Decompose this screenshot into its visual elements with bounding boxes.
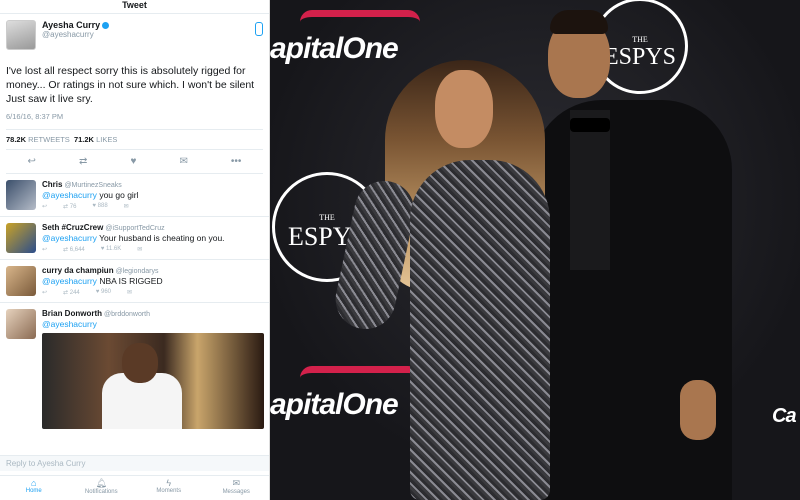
reply-item[interactable]: Chris @MurtinezSneaks @ayeshacurry you go… <box>0 174 269 217</box>
tab-notifications[interactable]: 🔔︎ Notifications <box>71 476 131 500</box>
tab-home[interactable]: ⌂ Home <box>4 476 64 500</box>
mention-link[interactable]: @ayeshacurry <box>42 276 97 286</box>
avatar[interactable] <box>6 20 36 50</box>
like-count: 11.6K <box>105 246 122 252</box>
tweet-stats: 78.2K RETWEETS 71.2K LIKES <box>6 130 263 150</box>
reply-author-name[interactable]: Chris <box>42 180 62 189</box>
message-icon[interactable]: ✉ <box>124 203 129 210</box>
avatar[interactable] <box>6 223 36 253</box>
follow-button[interactable] <box>255 22 263 36</box>
reply-author-name[interactable]: Seth #CruzCrew <box>42 223 103 232</box>
bell-icon: 🔔︎ <box>95 478 107 488</box>
person-figure <box>410 160 550 500</box>
retweet-count: 6,644 <box>69 247 85 253</box>
mention-link[interactable]: @ayeshacurry <box>42 233 97 243</box>
reply-item[interactable]: Seth #CruzCrew @iSupportTedCruz @ayeshacu… <box>0 217 269 260</box>
like-icon[interactable]: ♥ <box>101 246 105 252</box>
tab-messages[interactable]: ✉ Messages <box>206 476 266 500</box>
retweets-label: RETWEETS <box>28 135 70 144</box>
message-icon[interactable]: ✉ <box>179 156 187 167</box>
reply-icon[interactable]: ↩ <box>28 156 36 167</box>
tweet-author: Ayesha Curry @ayeshacurry <box>6 20 263 60</box>
envelope-icon: ✉ <box>232 478 241 488</box>
tab-bar: ⌂ Home 🔔︎ Notifications ϟ Moments ✉ Messages <box>0 475 269 500</box>
reply-text: NBA IS RIGGED <box>99 276 163 286</box>
retweets-count[interactable]: 78.2K <box>6 135 26 144</box>
tweet-timestamp: 6/16/16, 8:37 PM <box>6 112 263 130</box>
verified-icon <box>102 22 110 30</box>
mention-link[interactable]: @ayeshacurry <box>42 319 97 329</box>
bowtie <box>570 118 610 132</box>
retweet-count: 76 <box>69 204 77 210</box>
author-name[interactable]: Ayesha Curry <box>42 20 100 30</box>
retweet-icon[interactable]: ⇄ <box>63 290 68 296</box>
reply-author-handle: @MurtinezSneaks <box>64 182 122 189</box>
like-icon[interactable]: ♥ <box>92 203 96 209</box>
reply-text: Your husband is cheating on you. <box>99 233 225 243</box>
capital-one-logo: Ca <box>772 405 797 427</box>
person-figure <box>532 100 732 500</box>
capital-one-logo: apitalOne <box>270 388 399 421</box>
tab-moments[interactable]: ϟ Moments <box>139 476 199 500</box>
tweet-actions: ↩ ⇄ ♥ ✉ ••• <box>6 150 263 174</box>
like-icon[interactable]: ♥ <box>96 289 100 295</box>
message-icon[interactable]: ✉ <box>127 289 132 296</box>
reply-author-handle: @brddonworth <box>104 311 151 318</box>
reply-icon[interactable]: ↩ <box>42 289 47 296</box>
retweet-icon[interactable]: ⇄ <box>63 247 68 253</box>
avatar[interactable] <box>6 266 36 296</box>
reply-author-handle: @iSupportTedCruz <box>105 225 165 232</box>
reply-item[interactable]: Brian Donworth @brddonworth @ayeshacurry <box>0 303 269 435</box>
avatar[interactable] <box>6 180 36 210</box>
message-icon[interactable]: ✉ <box>137 246 142 253</box>
reply-media-image[interactable] <box>42 333 264 429</box>
lightning-icon: ϟ <box>166 478 172 488</box>
avatar[interactable] <box>6 309 36 339</box>
main-tweet: Ayesha Curry @ayeshacurry I've lost all … <box>0 14 269 174</box>
reply-author-name[interactable]: Brian Donworth <box>42 309 102 318</box>
home-icon: ⌂ <box>31 478 37 488</box>
author-handle: @ayeshacurry <box>42 30 94 39</box>
more-icon[interactable]: ••• <box>231 156 242 167</box>
reply-text: you go girl <box>99 190 139 200</box>
likes-count[interactable]: 71.2K <box>74 135 94 144</box>
likes-label: LIKES <box>96 135 118 144</box>
like-icon[interactable]: ♥ <box>130 156 136 167</box>
reply-icon[interactable]: ↩ <box>42 246 47 253</box>
reply-icon[interactable]: ↩ <box>42 203 47 210</box>
tweet-panel: Tweet Ayesha Curry @ayeshacurry I've los… <box>0 0 270 500</box>
reply-author-handle: @legiondarys <box>115 268 159 275</box>
like-count: 888 <box>97 203 108 209</box>
reply-item[interactable]: curry da champiun @legiondarys @ayeshacur… <box>0 260 269 303</box>
event-photo: apitalOne THE ESPYS THE ESPYS apitalOne Ca <box>270 0 800 500</box>
retweet-icon[interactable]: ⇄ <box>63 204 68 210</box>
retweet-icon[interactable]: ⇄ <box>79 156 87 167</box>
reply-input[interactable]: Reply to Ayesha Curry <box>0 455 269 471</box>
mention-link[interactable]: @ayeshacurry <box>42 190 97 200</box>
tweet-text: I've lost all respect sorry this is abso… <box>6 65 255 105</box>
capital-one-logo: apitalOne <box>270 32 399 65</box>
page-title: Tweet <box>0 0 269 14</box>
reply-author-name[interactable]: curry da champiun <box>42 266 114 275</box>
like-count: 960 <box>100 289 111 295</box>
retweet-count: 244 <box>69 290 80 296</box>
